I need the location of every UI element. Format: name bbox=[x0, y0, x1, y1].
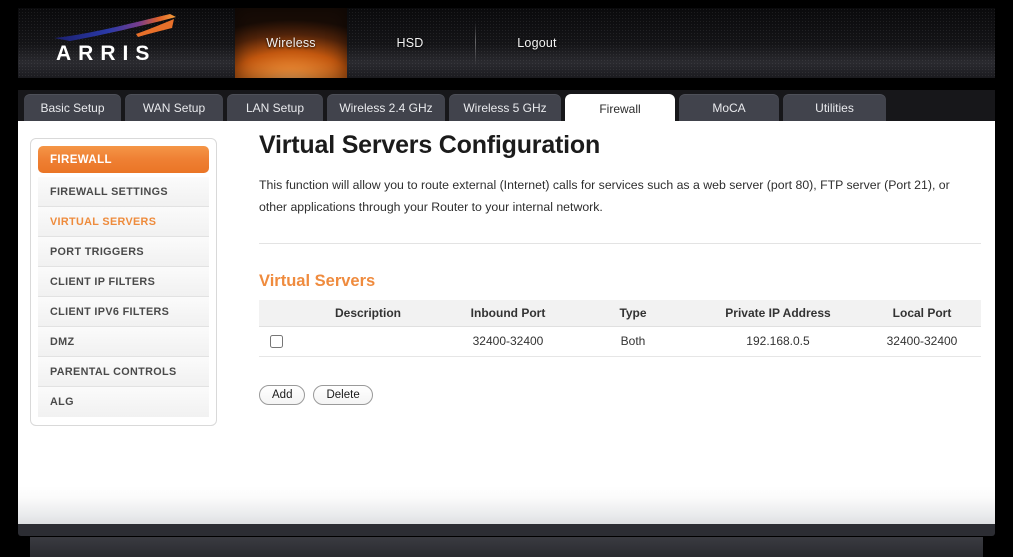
row-inbound-port: 32400-32400 bbox=[443, 326, 573, 357]
header-nav-logout-label: Logout bbox=[517, 36, 557, 50]
content-divider bbox=[259, 243, 981, 244]
sidebar-item-label: FIREWALL SETTINGS bbox=[50, 185, 168, 198]
tab-lan-setup[interactable]: LAN Setup bbox=[227, 94, 323, 122]
page-bottom-bar bbox=[18, 524, 995, 536]
header-nav-wireless[interactable]: Wireless bbox=[235, 8, 347, 78]
tab-basic-setup-label: Basic Setup bbox=[40, 101, 105, 115]
header-nav-logout[interactable]: Logout bbox=[487, 8, 587, 78]
table-actions: Add Delete bbox=[259, 384, 981, 405]
sidebar-item-label: VIRTUAL SERVERS bbox=[50, 215, 157, 228]
table-row: 32400-32400 Both 192.168.0.5 32400-32400 bbox=[259, 326, 981, 357]
sidebar: FIREWALL FIREWALL SETTINGS VIRTUAL SERVE… bbox=[30, 138, 217, 426]
sidebar-item-firewall-settings[interactable]: FIREWALL SETTINGS bbox=[38, 177, 209, 207]
row-local-port: 32400-32400 bbox=[863, 326, 981, 357]
sidebar-item-parental-controls[interactable]: PARENTAL CONTROLS bbox=[38, 357, 209, 387]
section-title: Virtual Servers bbox=[259, 272, 376, 290]
browser-page: ARRIS Wireless HSD Logout Basic Setup WA… bbox=[0, 0, 1013, 557]
sidebar-header-label: FIREWALL bbox=[50, 153, 112, 166]
header-nav-hsd-label: HSD bbox=[396, 36, 424, 50]
content-footer-gradient bbox=[18, 486, 995, 524]
arris-wordmark: ARRIS bbox=[56, 42, 156, 65]
table-header-row: Description Inbound Port Type Private IP… bbox=[259, 300, 981, 327]
main-panel: Virtual Servers Configuration This funct… bbox=[259, 131, 981, 405]
tab-moca[interactable]: MoCA bbox=[679, 94, 779, 122]
sidebar-item-alg[interactable]: ALG bbox=[38, 387, 209, 417]
table-header-private-ip: Private IP Address bbox=[693, 300, 863, 327]
tab-utilities[interactable]: Utilities bbox=[783, 94, 886, 122]
tab-utilities-label: Utilities bbox=[815, 101, 854, 115]
row-type: Both bbox=[573, 326, 693, 357]
tab-wireless-24-label: Wireless 2.4 GHz bbox=[339, 101, 433, 115]
sidebar-item-label: DMZ bbox=[50, 335, 75, 348]
page-bottom-strip bbox=[30, 537, 983, 557]
site-header: ARRIS Wireless HSD Logout bbox=[18, 8, 995, 78]
row-select-cell bbox=[259, 326, 293, 357]
page-content: FIREWALL FIREWALL SETTINGS VIRTUAL SERVE… bbox=[18, 121, 995, 486]
tab-wireless-24[interactable]: Wireless 2.4 GHz bbox=[327, 94, 445, 122]
sidebar-item-label: CLIENT IPV6 FILTERS bbox=[50, 305, 170, 318]
sidebar-item-port-triggers[interactable]: PORT TRIGGERS bbox=[38, 237, 209, 267]
add-button[interactable]: Add bbox=[259, 384, 306, 405]
sidebar-item-client-ipv6-filters[interactable]: CLIENT IPV6 FILTERS bbox=[38, 297, 209, 327]
sidebar-item-dmz[interactable]: DMZ bbox=[38, 327, 209, 357]
header-nav-hsd[interactable]: HSD bbox=[360, 8, 460, 78]
tab-firewall-label: Firewall bbox=[599, 101, 641, 116]
tab-lan-setup-label: LAN Setup bbox=[245, 101, 305, 115]
table-header-inbound-port: Inbound Port bbox=[443, 300, 573, 327]
table-header-description: Description bbox=[293, 300, 443, 327]
virtual-servers-table: Description Inbound Port Type Private IP… bbox=[259, 300, 981, 357]
row-private-ip: 192.168.0.5 bbox=[693, 326, 863, 357]
row-select-checkbox[interactable] bbox=[269, 335, 283, 349]
tab-wireless-5[interactable]: Wireless 5 GHz bbox=[449, 94, 561, 122]
sidebar-header: FIREWALL bbox=[38, 146, 209, 173]
header-nav-divider bbox=[475, 22, 476, 66]
sidebar-item-label: CLIENT IP FILTERS bbox=[50, 275, 156, 288]
table-header-type: Type bbox=[573, 300, 693, 327]
table-header-select bbox=[259, 300, 293, 327]
header-nav-wireless-label: Wireless bbox=[266, 36, 316, 50]
arris-logo[interactable]: ARRIS bbox=[50, 12, 210, 68]
main-tab-bar: Basic Setup WAN Setup LAN Setup Wireless… bbox=[18, 90, 995, 123]
tab-moca-label: MoCA bbox=[712, 101, 746, 115]
tab-firewall[interactable]: Firewall bbox=[565, 94, 675, 123]
table-header-local-port: Local Port bbox=[863, 300, 981, 327]
page-description: This function will allow you to route ex… bbox=[259, 178, 950, 214]
row-description bbox=[293, 326, 443, 357]
sidebar-item-label: PARENTAL CONTROLS bbox=[50, 365, 177, 378]
delete-button[interactable]: Delete bbox=[313, 384, 373, 405]
sidebar-item-label: PORT TRIGGERS bbox=[50, 245, 144, 258]
sidebar-item-virtual-servers[interactable]: VIRTUAL SERVERS bbox=[38, 207, 209, 237]
tab-wan-setup-label: WAN Setup bbox=[142, 101, 206, 115]
page-title: Virtual Servers Configuration bbox=[259, 131, 601, 159]
sidebar-item-label: ALG bbox=[50, 396, 74, 408]
sidebar-item-client-ip-filters[interactable]: CLIENT IP FILTERS bbox=[38, 267, 209, 297]
tab-wireless-5-label: Wireless 5 GHz bbox=[463, 101, 547, 115]
tab-wan-setup[interactable]: WAN Setup bbox=[125, 94, 223, 122]
tab-basic-setup[interactable]: Basic Setup bbox=[24, 94, 121, 122]
arris-logo-svg: ARRIS bbox=[54, 14, 176, 65]
